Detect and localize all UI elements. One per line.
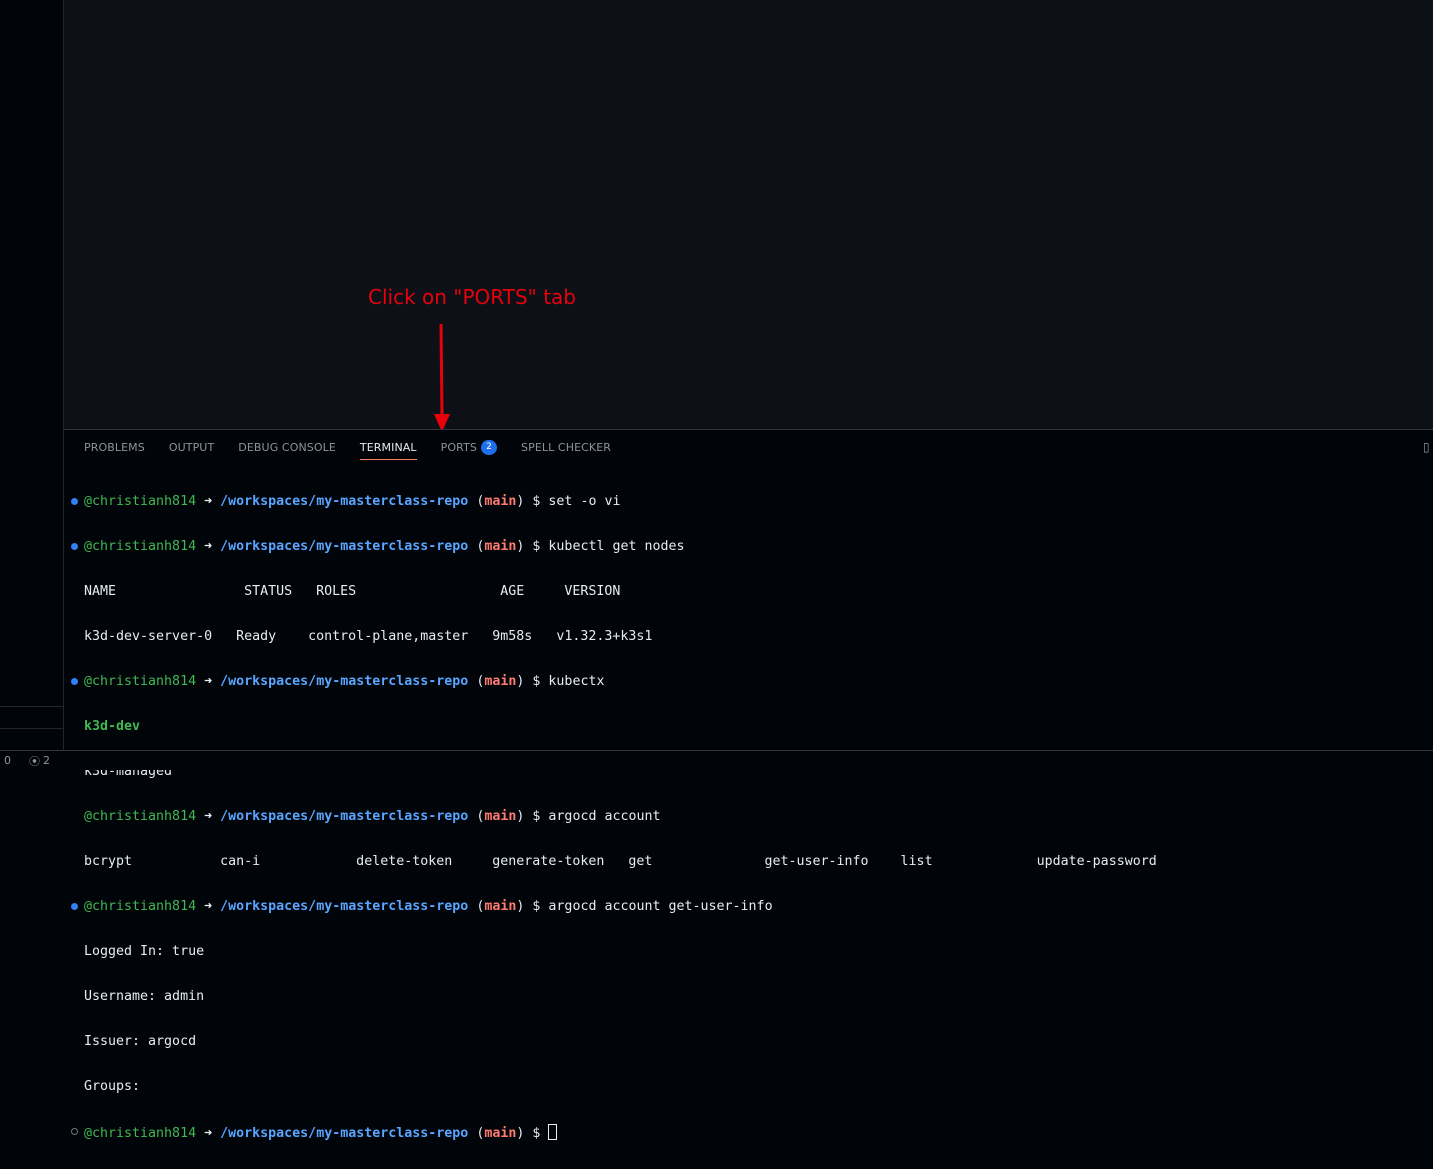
prompt-user: @christianh814	[84, 1126, 197, 1141]
tab-ports[interactable]: PORTS 2	[441, 430, 497, 464]
prompt-char: $	[532, 809, 541, 824]
sidebar-divider	[0, 706, 63, 707]
annotation-text: Click on "PORTS" tab	[368, 285, 576, 309]
editor-area	[64, 0, 1433, 429]
output-text: Logged In: true	[84, 944, 205, 959]
output-text: Issuer: argocd	[84, 1034, 197, 1049]
command-text: argocd account	[548, 809, 661, 824]
error-count: 0	[4, 754, 11, 767]
tab-label: TERMINAL	[359, 440, 417, 454]
terminal-line: @christianh814 ➜ /workspaces/my-mastercl…	[70, 899, 1433, 914]
prompt-user: @christianh814	[84, 899, 197, 914]
prompt-branch: main	[484, 809, 517, 824]
prompt-branch: main	[484, 674, 517, 689]
prompt-user: @christianh814	[84, 539, 197, 554]
terminal-line: @christianh814 ➜ /workspaces/my-mastercl…	[70, 1124, 1433, 1141]
prompt-user: @christianh814	[84, 809, 197, 824]
tab-label: DEBUG CONSOLE	[238, 440, 336, 454]
terminal-line: @christianh814 ➜ /workspaces/my-mastercl…	[70, 674, 1433, 689]
command-text: argocd account get-user-info	[548, 899, 773, 914]
terminal-line: k3d-dev-server-0 Ready control-plane,mas…	[70, 629, 1433, 644]
terminal-line: @christianh814 ➜ /workspaces/my-mastercl…	[70, 539, 1433, 554]
tab-terminal[interactable]: TERMINAL	[359, 430, 417, 464]
output-text: k3d-dev	[84, 719, 141, 734]
terminal-line: k3d-dev	[70, 719, 1433, 734]
prompt-path: /workspaces/my-masterclass-repo	[220, 899, 469, 914]
prompt-user: @christianh814	[84, 674, 197, 689]
prompt-path: /workspaces/my-masterclass-repo	[220, 539, 469, 554]
tab-output[interactable]: OUTPUT	[169, 430, 214, 464]
command-pending-icon	[71, 1128, 78, 1135]
terminal-line: @christianh814 ➜ /workspaces/my-mastercl…	[84, 809, 661, 824]
terminal-line: bcrypt can-i delete-token generate-token…	[70, 854, 1433, 869]
prompt-path: /workspaces/my-masterclass-repo	[220, 809, 469, 824]
broadcast-icon: ⦿	[29, 754, 40, 768]
output-text: Groups:	[84, 1079, 141, 1094]
status-bar: 0 ⦿ 2	[0, 750, 1433, 770]
annotation-arrow	[434, 323, 450, 432]
prompt-arrow: ➜	[204, 809, 213, 824]
sidebar-divider	[0, 728, 63, 729]
output-text: NAME STATUS ROLES AGE VERSION	[84, 584, 621, 599]
status-errors[interactable]: 0	[4, 754, 11, 767]
ports-count-badge: 2	[481, 439, 497, 455]
terminal-line: Logged In: true	[70, 944, 1433, 959]
terminal-output[interactable]: @christianh814 ➜ /workspaces/my-mastercl…	[70, 464, 1433, 1169]
tab-spell-checker[interactable]: SPELL CHECKER	[521, 430, 611, 464]
prompt-branch: main	[484, 899, 517, 914]
prompt-path: /workspaces/my-masterclass-repo	[220, 1126, 469, 1141]
tab-label: PORTS	[440, 440, 477, 454]
tab-label: OUTPUT	[168, 440, 215, 454]
prompt-branch: main	[484, 494, 517, 509]
prompt-char: $	[532, 539, 541, 554]
panel-tabs: PROBLEMS OUTPUT DEBUG CONSOLE TERMINAL P…	[84, 430, 635, 464]
command-text: kubectx	[548, 674, 605, 689]
prompt-char: $	[532, 494, 541, 509]
terminal-icon[interactable]: ▯	[1423, 440, 1433, 454]
command-text: kubectl get nodes	[548, 539, 685, 554]
terminal-line: Username: admin	[70, 989, 1433, 1004]
command-text: set -o vi	[548, 494, 621, 509]
tab-label: SPELL CHECKER	[521, 440, 612, 454]
terminal-line: NAME STATUS ROLES AGE VERSION	[70, 584, 1433, 599]
prompt-arrow: ➜	[204, 494, 213, 509]
prompt-arrow: ➜	[204, 674, 213, 689]
command-success-icon	[71, 678, 78, 685]
ports-count: 2	[43, 754, 50, 767]
tab-label: PROBLEMS	[84, 440, 145, 454]
terminal-line: Groups:	[70, 1079, 1433, 1094]
tab-debug-console[interactable]: DEBUG CONSOLE	[238, 430, 336, 464]
command-success-icon	[71, 543, 78, 550]
output-text: bcrypt can-i delete-token generate-token…	[84, 854, 1157, 869]
prompt-char: $	[532, 674, 541, 689]
bottom-panel: PROBLEMS OUTPUT DEBUG CONSOLE TERMINAL P…	[64, 429, 1433, 1141]
command-success-icon	[71, 903, 78, 910]
status-ports[interactable]: ⦿ 2	[29, 753, 50, 769]
prompt-arrow: ➜	[204, 1126, 213, 1141]
output-text: Username: admin	[84, 989, 205, 1004]
prompt-branch: main	[484, 539, 517, 554]
prompt-path: /workspaces/my-masterclass-repo	[220, 674, 469, 689]
prompt-user: @christianh814	[84, 494, 197, 509]
prompt-path: /workspaces/my-masterclass-repo	[220, 494, 469, 509]
prompt-char: $	[532, 1126, 541, 1141]
output-text: k3d-dev-server-0 Ready control-plane,mas…	[84, 629, 653, 644]
terminal-cursor[interactable]	[548, 1124, 558, 1140]
prompt-branch: main	[484, 1126, 517, 1141]
terminal-line: @christianh814 ➜ /workspaces/my-mastercl…	[70, 494, 1433, 509]
prompt-arrow: ➜	[204, 899, 213, 914]
command-success-icon	[71, 498, 78, 505]
terminal-line: Issuer: argocd	[70, 1034, 1433, 1049]
prompt-arrow: ➜	[204, 539, 213, 554]
prompt-char: $	[532, 899, 541, 914]
activity-sidebar	[0, 0, 64, 750]
tab-problems[interactable]: PROBLEMS	[84, 430, 145, 464]
